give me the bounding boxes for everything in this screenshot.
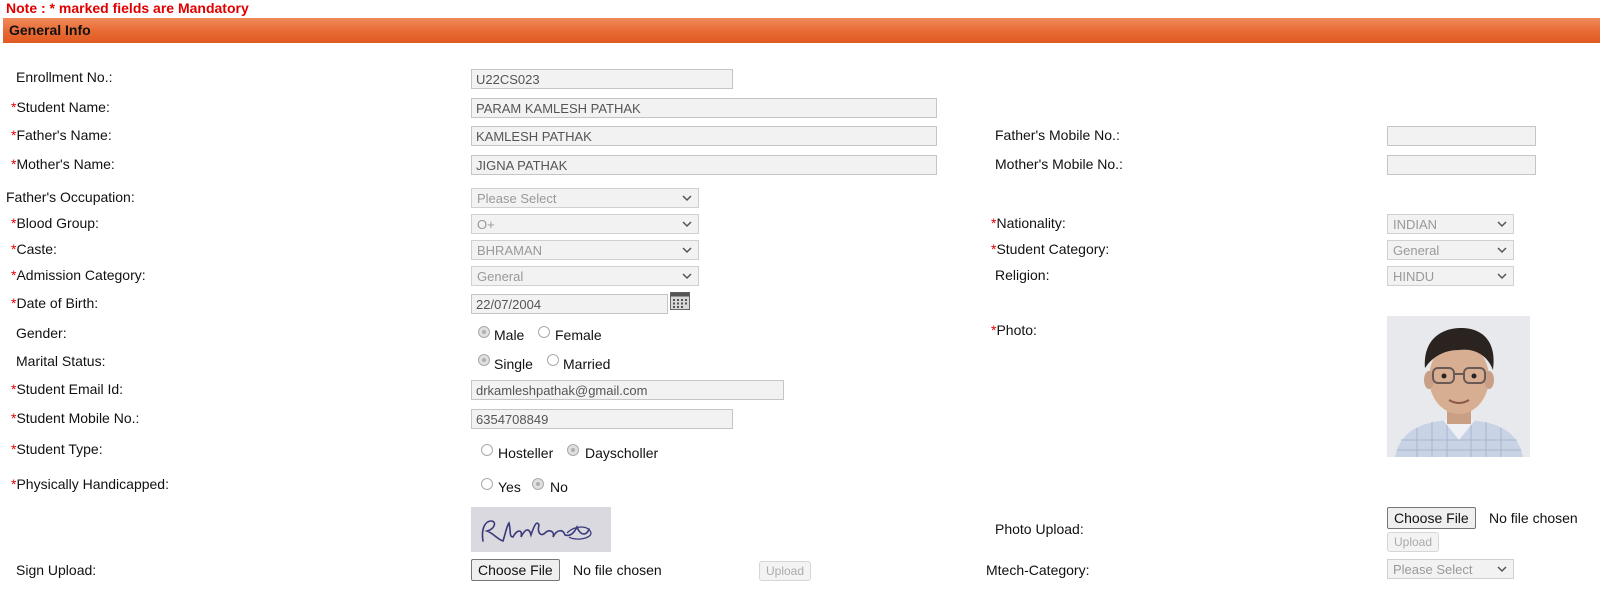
marital-single-radio[interactable] bbox=[478, 354, 490, 366]
student-name-label: *Student Name: bbox=[11, 99, 110, 115]
type-dayscholler-label: Dayscholler bbox=[585, 445, 659, 461]
chevron-down-icon bbox=[1497, 221, 1507, 228]
marital-single-label: Single bbox=[494, 356, 533, 372]
religion-select[interactable]: HINDU bbox=[1387, 266, 1514, 286]
mother-name-field[interactable]: JIGNA PATHAK bbox=[471, 155, 937, 175]
photo-upload-label: Photo Upload: bbox=[995, 521, 1084, 537]
religion-label: Religion: bbox=[995, 267, 1050, 283]
type-hosteller-label: Hosteller bbox=[498, 445, 554, 461]
gender-female-label: Female bbox=[555, 327, 602, 343]
student-category-select[interactable]: General bbox=[1387, 240, 1514, 260]
photo-upload-button[interactable]: Upload bbox=[1387, 532, 1440, 552]
blood-group-label: *Blood Group: bbox=[11, 215, 99, 231]
sign-file-status: No file chosen bbox=[573, 562, 662, 578]
photo-label: *Photo: bbox=[991, 322, 1037, 338]
nationality-label: *Nationality: bbox=[991, 215, 1066, 231]
chevron-down-icon bbox=[1497, 273, 1507, 280]
gender-female-radio[interactable] bbox=[538, 326, 550, 338]
section-header: General Info bbox=[3, 18, 1600, 43]
dob-label: *Date of Birth: bbox=[11, 295, 99, 311]
dob-field[interactable]: 22/07/2004 bbox=[471, 294, 668, 314]
gender-male-label: Male bbox=[494, 327, 525, 343]
chevron-down-icon bbox=[1497, 247, 1507, 254]
section-title: General Info bbox=[9, 22, 91, 38]
calendar-icon[interactable] bbox=[670, 292, 690, 310]
student-name-field[interactable]: PARAM KAMLESH PATHAK bbox=[471, 98, 937, 118]
caste-select[interactable]: BHRAMAN bbox=[471, 240, 699, 260]
chevron-down-icon bbox=[682, 273, 692, 280]
father-occupation-select[interactable]: Please Select bbox=[471, 188, 699, 208]
student-type-label: *Student Type: bbox=[11, 441, 103, 457]
enrollment-field[interactable]: U22CS023 bbox=[471, 69, 733, 89]
sign-upload-label: Sign Upload: bbox=[16, 562, 97, 578]
father-name-field[interactable]: KAMLESH PATHAK bbox=[471, 126, 937, 146]
email-field[interactable]: drkamleshpathak@gmail.com bbox=[471, 380, 784, 400]
handicapped-yes-radio[interactable] bbox=[481, 478, 493, 490]
marital-married-radio[interactable] bbox=[547, 354, 559, 366]
handicapped-no-label: No bbox=[550, 479, 568, 495]
admission-category-label: *Admission Category: bbox=[11, 267, 146, 283]
marital-married-label: Married bbox=[563, 356, 611, 372]
mandatory-note: Note : * marked fields are Mandatory bbox=[6, 0, 249, 16]
mother-name-label: *Mother's Name: bbox=[11, 156, 115, 172]
mtech-category-label: Mtech-Category: bbox=[986, 562, 1090, 578]
handicapped-label: *Physically Handicapped: bbox=[11, 476, 169, 492]
admission-category-select[interactable]: General bbox=[471, 266, 699, 286]
caste-label: *Caste: bbox=[11, 241, 57, 257]
chevron-down-icon bbox=[682, 247, 692, 254]
father-occupation-label: Father's Occupation: bbox=[6, 189, 135, 205]
father-name-label: *Father's Name: bbox=[11, 127, 112, 143]
sign-choose-file-button[interactable]: Choose File bbox=[471, 559, 560, 581]
chevron-down-icon bbox=[1497, 566, 1507, 573]
type-dayscholler-radio[interactable] bbox=[567, 444, 579, 456]
blood-group-select[interactable]: O+ bbox=[471, 214, 699, 234]
gender-male-radio[interactable] bbox=[478, 326, 490, 338]
type-hosteller-radio[interactable] bbox=[481, 444, 493, 456]
sign-upload-button[interactable]: Upload bbox=[759, 561, 812, 581]
mother-mobile-label: Mother's Mobile No.: bbox=[995, 156, 1123, 172]
father-mobile-field[interactable] bbox=[1387, 126, 1536, 146]
chevron-down-icon bbox=[682, 221, 692, 228]
enrollment-label: Enrollment No.: bbox=[16, 69, 113, 85]
gender-label: Gender: bbox=[16, 325, 67, 341]
nationality-select[interactable]: INDIAN bbox=[1387, 214, 1514, 234]
handicapped-no-radio[interactable] bbox=[532, 478, 544, 490]
chevron-down-icon bbox=[682, 195, 692, 202]
handicapped-yes-label: Yes bbox=[498, 479, 521, 495]
mobile-field[interactable]: 6354708849 bbox=[471, 409, 733, 429]
mother-mobile-field[interactable] bbox=[1387, 155, 1536, 175]
signature-image bbox=[471, 507, 611, 552]
student-category-label: *Student Category: bbox=[991, 241, 1110, 257]
photo-file-status: No file chosen bbox=[1489, 510, 1578, 526]
photo-choose-file-button[interactable]: Choose File bbox=[1387, 507, 1476, 529]
father-mobile-label: Father's Mobile No.: bbox=[995, 127, 1120, 143]
mobile-label: *Student Mobile No.: bbox=[11, 410, 140, 426]
email-label: *Student Email Id: bbox=[11, 381, 124, 397]
marital-status-label: Marital Status: bbox=[16, 353, 106, 369]
mtech-category-select[interactable]: Please Select bbox=[1387, 559, 1514, 579]
student-photo bbox=[1387, 316, 1530, 457]
